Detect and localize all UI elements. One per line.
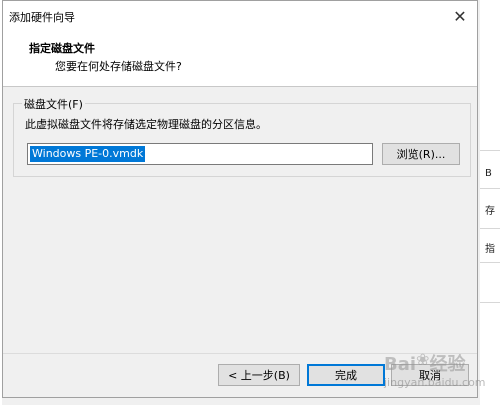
close-icon: ✕ (453, 6, 467, 26)
background-divider (480, 228, 500, 229)
disk-file-group-label: 磁盘文件(F) (22, 96, 85, 112)
disk-file-description: 此虚拟磁盘文件将存储选定物理磁盘的分区信息。 (25, 118, 267, 131)
page-title: 指定磁盘文件 (29, 42, 95, 55)
back-button[interactable]: < 上一步(B) (218, 364, 300, 386)
background-divider (480, 150, 500, 151)
disk-file-path-input[interactable]: Windows PE-0.vmdk (27, 143, 373, 165)
footer-divider (3, 353, 477, 354)
background-divider (480, 262, 500, 263)
background-text: 指 (485, 244, 495, 255)
background-divider (480, 188, 500, 189)
cancel-button[interactable]: 取消 (391, 364, 469, 386)
background-text: 存 (485, 206, 495, 217)
add-hardware-wizard-dialog: 添加硬件向导 ✕ 指定磁盘文件 您要在何处存储磁盘文件? 磁盘文件(F) 此虚拟… (2, 0, 478, 398)
disk-file-group: 磁盘文件(F) 此虚拟磁盘文件将存储选定物理磁盘的分区信息。 Windows P… (13, 96, 471, 177)
background-divider (480, 302, 500, 303)
finish-button[interactable]: 完成 (307, 364, 385, 386)
browse-button[interactable]: 浏览(R)... (382, 143, 460, 165)
title-bar[interactable]: 添加硬件向导 ✕ (3, 1, 477, 31)
background-window-edge-right: B 存 指 (480, 0, 500, 405)
disk-file-path-value: Windows PE-0.vmdk (30, 146, 146, 162)
background-text: B (485, 168, 492, 179)
close-button[interactable]: ✕ (443, 1, 477, 31)
window-title: 添加硬件向导 (9, 11, 75, 24)
page-subtitle: 您要在何处存储磁盘文件? (55, 60, 182, 73)
wizard-header: 指定磁盘文件 您要在何处存储磁盘文件? (3, 31, 477, 87)
